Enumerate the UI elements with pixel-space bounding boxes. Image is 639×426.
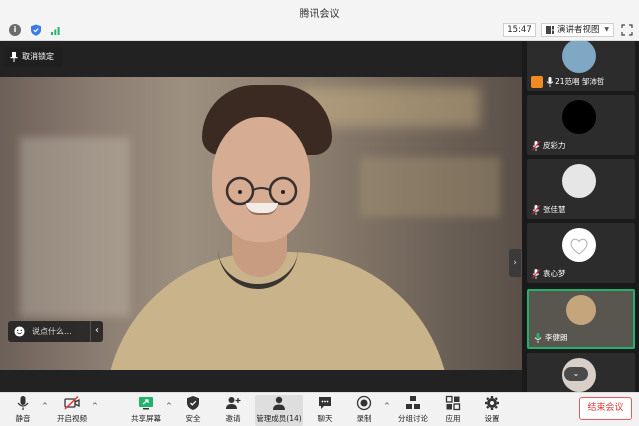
- chevron-left-icon[interactable]: ‹: [90, 321, 103, 342]
- apps-icon: [445, 395, 461, 411]
- layout-icon: [546, 26, 554, 34]
- participant-gallery: 21范唱 邹沛哲 皮彩力 张佳慧 袁心梦 李健朗 ⌄: [522, 41, 639, 392]
- share-screen-button[interactable]: 共享屏幕: [130, 395, 162, 426]
- security-label: 安全: [185, 414, 201, 423]
- meeting-window: 腾讯会议 i 15:47 演讲者视图 ▼ 取消锁定 说点什么... ‹ › 21…: [0, 0, 639, 426]
- participant-name: 21范唱 邹沛哲: [555, 77, 605, 86]
- avatar: [562, 228, 596, 262]
- record-button[interactable]: 录制: [352, 395, 376, 426]
- invite-button[interactable]: 邀请: [221, 395, 245, 426]
- participant-tile[interactable]: 21范唱 邹沛哲: [527, 41, 635, 91]
- unpin-button[interactable]: 取消锁定: [4, 47, 62, 67]
- chevron-up-icon[interactable]: ^: [384, 402, 390, 410]
- apps-label: 应用: [445, 414, 461, 423]
- record-icon: [356, 395, 372, 411]
- signal-icon[interactable]: [50, 24, 62, 36]
- window-title: 腾讯会议: [299, 9, 340, 20]
- avatar: [562, 100, 596, 134]
- shield-icon[interactable]: [30, 24, 42, 36]
- avatar: [562, 41, 596, 73]
- microphone-icon: [17, 396, 29, 410]
- breakout-button[interactable]: 分组讨论: [396, 395, 430, 426]
- participant-name: 张佳慧: [543, 205, 566, 214]
- gear-icon: [485, 396, 499, 410]
- chevron-up-icon[interactable]: ^: [92, 402, 98, 410]
- invite-label: 邀请: [225, 414, 241, 423]
- fullscreen-icon[interactable]: [621, 24, 633, 36]
- breakout-label: 分组讨论: [398, 414, 428, 423]
- mic-muted-icon: [532, 205, 540, 215]
- scroll-down-button[interactable]: ⌄: [564, 367, 588, 381]
- participant-tile[interactable]: 袁心梦: [527, 223, 635, 283]
- share-screen-label: 共享屏幕: [131, 414, 161, 423]
- mic-icon: [546, 77, 554, 87]
- main-video-area: 取消锁定 说点什么... ‹ ›: [0, 41, 522, 392]
- meeting-toolbar: 静音 ^ 开启视频 ^ 共享屏幕 ^ 安全 邀请 管理成员(14) 聊天 录制 …: [0, 392, 639, 426]
- avatar: [566, 295, 596, 325]
- pin-icon: [10, 52, 18, 62]
- view-mode-label: 演讲者视图: [557, 25, 600, 35]
- start-video-label: 开启视频: [57, 414, 87, 423]
- start-video-button[interactable]: 开启视频: [54, 395, 90, 426]
- apps-button[interactable]: 应用: [441, 395, 465, 426]
- camera-off-icon: [64, 395, 80, 410]
- host-icon: [531, 76, 543, 88]
- participant-name: 袁心梦: [543, 269, 566, 278]
- members-icon: [273, 396, 285, 410]
- breakout-rooms-icon: [406, 396, 420, 409]
- manage-members-label: 管理成员(14): [256, 414, 302, 423]
- title-bar: 腾讯会议 i 15:47 演讲者视图 ▼: [0, 0, 639, 41]
- mute-button[interactable]: 静音: [8, 395, 38, 426]
- quick-chat-bar: 说点什么... ‹: [8, 321, 103, 342]
- security-button[interactable]: 安全: [181, 395, 205, 426]
- chat-icon: [319, 397, 331, 409]
- mic-icon: [534, 333, 542, 343]
- participant-name: 李健朗: [545, 333, 568, 342]
- chevron-down-icon: ▼: [604, 26, 609, 33]
- mute-label: 静音: [15, 414, 31, 423]
- gallery-toggle-handle[interactable]: ›: [509, 249, 521, 277]
- settings-button[interactable]: 设置: [480, 395, 504, 426]
- manage-members-button[interactable]: 管理成员(14): [255, 395, 303, 426]
- participant-tile[interactable]: 皮彩力: [527, 95, 635, 155]
- shield-icon: [187, 396, 199, 410]
- view-mode-dropdown[interactable]: 演讲者视图 ▼: [541, 23, 614, 37]
- mic-muted-icon: [532, 269, 540, 279]
- info-icon[interactable]: i: [9, 24, 21, 36]
- settings-label: 设置: [484, 414, 500, 423]
- record-label: 录制: [356, 414, 372, 423]
- participant-tile[interactable]: 张佳慧: [527, 159, 635, 219]
- end-meeting-button[interactable]: 结束会议: [579, 397, 632, 420]
- participant-name: 皮彩力: [543, 141, 566, 150]
- meeting-time: 15:47: [503, 23, 536, 37]
- emoji-icon[interactable]: [14, 326, 25, 337]
- chat-label: 聊天: [317, 414, 333, 423]
- chat-input[interactable]: 说点什么...: [32, 321, 86, 342]
- unpin-label: 取消锁定: [22, 52, 54, 61]
- chevron-up-icon[interactable]: ^: [166, 402, 172, 410]
- chevron-up-icon[interactable]: ^: [42, 402, 48, 410]
- participant-tile-active[interactable]: 李健朗: [527, 289, 635, 349]
- mic-muted-icon: [532, 141, 540, 151]
- avatar: [562, 164, 596, 198]
- add-user-icon: [226, 397, 241, 409]
- share-screen-icon: [139, 397, 153, 410]
- heart-icon: [570, 238, 588, 255]
- chat-button[interactable]: 聊天: [313, 395, 337, 426]
